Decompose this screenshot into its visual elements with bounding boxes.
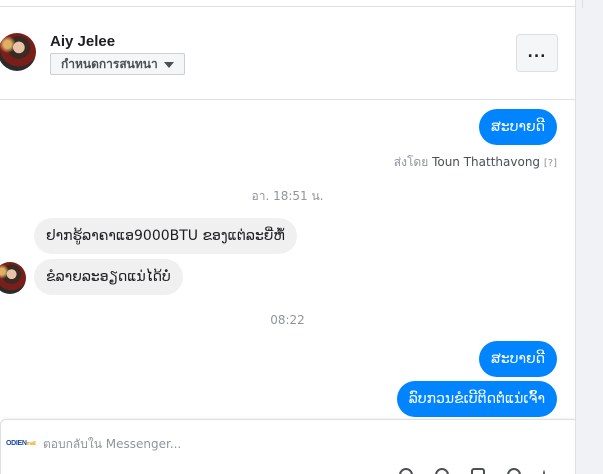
- attach-icon[interactable]: [435, 468, 449, 474]
- like-icon[interactable]: [543, 470, 545, 474]
- sent-by-prefix: ส่งโดย: [393, 155, 433, 169]
- reply-composer: ODIENmall: [0, 419, 575, 474]
- sender-name[interactable]: Toun Thatthavong: [432, 155, 540, 169]
- message-outgoing[interactable]: ສະບາຍດີ: [479, 109, 557, 145]
- sticker-icon[interactable]: [507, 468, 521, 474]
- conversation-header: Aiy Jelee กำหนดการสนทนา ...: [0, 7, 575, 100]
- conversation-status-label: กำหนดการสนทนา: [61, 57, 158, 71]
- chat-panel: Aiy Jelee กำหนดการสนทนา ... ສະບາຍດີ ส่งโ…: [0, 0, 576, 474]
- help-link[interactable]: [?]: [544, 158, 557, 169]
- more-options-button[interactable]: ...: [516, 34, 558, 72]
- message-outgoing[interactable]: ສະບາຍດີ: [479, 341, 557, 377]
- conversation-status-dropdown[interactable]: กำหนดการสนทนา: [50, 53, 185, 75]
- page-logo: ODIENmall: [6, 437, 36, 451]
- reply-input[interactable]: [43, 434, 543, 454]
- sent-by-line: ส่งโดย Toun Thatthavong [?]: [394, 153, 557, 172]
- photo-icon[interactable]: [471, 468, 485, 474]
- message-incoming[interactable]: ຂໍລາຍລະອຽດແນ່ໄດ້ບໍ່: [34, 259, 183, 295]
- timestamp: 08:22: [270, 313, 305, 327]
- composer-tools: [399, 468, 567, 474]
- caret-down-icon: [163, 61, 174, 68]
- logo-small-text: mall: [26, 441, 36, 447]
- logo-text: ODIEN: [6, 440, 27, 447]
- message-incoming[interactable]: ຢາກຮູ້ລາຄາແອ9000BTU ຂອງແຕ່ລະຍີ່ຫໍ້: [34, 218, 297, 254]
- sender-avatar: [0, 262, 26, 294]
- contact-name[interactable]: Aiy Jelee: [50, 33, 115, 50]
- emoji-icon[interactable]: [399, 468, 413, 474]
- message-outgoing[interactable]: ລົບກວນຂໍເບີຕິດຕໍ່ແນ່ເຈົ້າ: [396, 381, 557, 417]
- contact-avatar[interactable]: [0, 33, 36, 71]
- right-divider: [582, 0, 583, 8]
- timestamp: อา. 18:51 น.: [251, 189, 324, 203]
